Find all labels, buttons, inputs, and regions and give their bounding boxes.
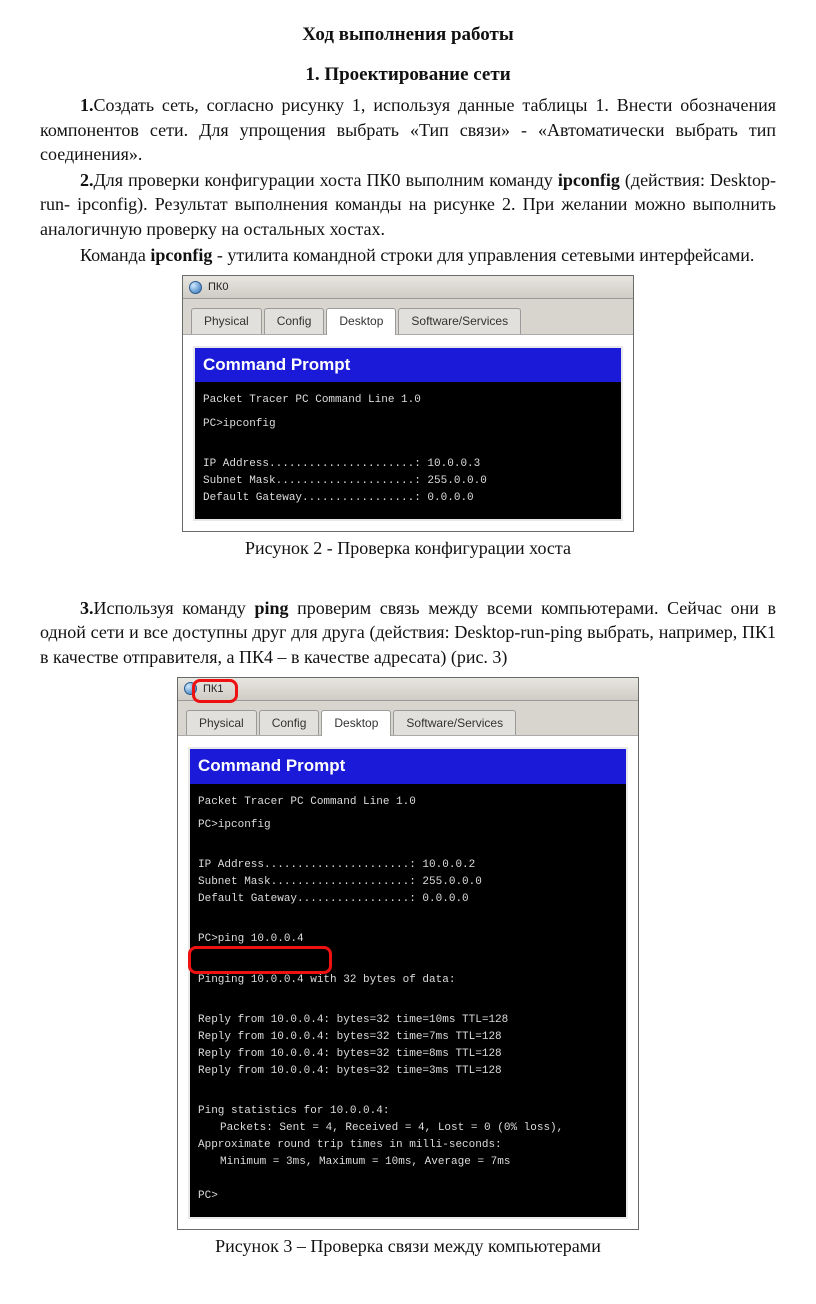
- tabs-row: Physical Config Desktop Software/Service…: [183, 299, 633, 334]
- cmd-line: IP Address......................: 10.0.0…: [203, 458, 480, 470]
- item-num-2: 2.: [80, 170, 94, 190]
- window-titlebar: ПК1: [178, 678, 638, 701]
- command-prompt-body[interactable]: Packet Tracer PC Command Line 1.0 PC>ipco…: [195, 382, 621, 518]
- cmd-line: Subnet Mask.....................: 255.0.…: [203, 475, 487, 487]
- tab-config[interactable]: Config: [259, 710, 320, 735]
- cmd-line: Reply from 10.0.0.4: bytes=32 time=10ms …: [198, 1014, 508, 1026]
- paragraph-1: 1.Создать сеть, согласно рисунку 1, испо…: [40, 93, 776, 166]
- command-prompt-window: Command Prompt Packet Tracer PC Command …: [188, 747, 628, 1219]
- tab-software[interactable]: Software/Services: [393, 710, 516, 735]
- tab-physical[interactable]: Physical: [191, 308, 262, 333]
- command-prompt-body[interactable]: Packet Tracer PC Command Line 1.0 PC>ipco…: [190, 784, 626, 1217]
- window-title: ПК1: [203, 682, 223, 697]
- screenshot-fig3: ПК1 Physical Config Desktop Software/Ser…: [177, 677, 639, 1230]
- page-title: Ход выполнения работы: [40, 22, 776, 48]
- window-title: ПК0: [208, 280, 228, 295]
- cmd-line: Reply from 10.0.0.4: bytes=32 time=3ms T…: [198, 1063, 618, 1080]
- command-prompt-title: Command Prompt: [190, 749, 626, 784]
- item-text-1: Создать сеть, согласно рисунку 1, исполь…: [40, 95, 776, 164]
- cmd-line: Ping statistics for 10.0.0.4:: [198, 1105, 389, 1117]
- paragraph-2: 2.Для проверки конфигурации хоста ПК0 вы…: [40, 168, 776, 241]
- cmd-line: Pinging 10.0.0.4 with 32 bytes of data:: [198, 972, 618, 989]
- screenshot-fig2: ПК0 Physical Config Desktop Software/Ser…: [182, 275, 634, 531]
- paragraph-3: 3.Используя команду ping проверим связь …: [40, 596, 776, 669]
- cmd-line: Packets: Sent = 4, Received = 4, Lost = …: [198, 1120, 618, 1137]
- item-text-3a: Используя команду: [94, 598, 255, 618]
- command-prompt-window: Command Prompt Packet Tracer PC Command …: [193, 346, 623, 521]
- cmd-line: Packet Tracer PC Command Line 1.0: [198, 794, 618, 811]
- item-num-1: 1.: [80, 95, 94, 115]
- cmd-ipconfig: ipconfig: [558, 170, 620, 190]
- figure2-caption: Рисунок 2 - Проверка конфигурации хоста: [40, 536, 776, 560]
- app-icon: [189, 281, 202, 294]
- p2b-pre: Команда: [80, 245, 150, 265]
- cmd-line: PC>ipconfig: [198, 817, 618, 834]
- cmd-ping: ping: [254, 598, 288, 618]
- cmd-line: Reply from 10.0.0.4: bytes=32 time=7ms T…: [198, 1031, 502, 1043]
- tab-desktop[interactable]: Desktop: [326, 308, 396, 334]
- tab-physical[interactable]: Physical: [186, 710, 257, 735]
- cmd-line: Default Gateway.................: 0.0.0.…: [203, 492, 474, 504]
- tab-desktop[interactable]: Desktop: [321, 710, 391, 736]
- app-icon: [184, 682, 197, 695]
- cmd-line: PC>: [198, 1190, 218, 1202]
- section-num: 1.: [305, 64, 319, 85]
- p2b-cmd: ipconfig: [150, 245, 212, 265]
- cmd-line: PC>ipconfig: [203, 416, 613, 433]
- cmd-line: Minimum = 3ms, Maximum = 10ms, Average =…: [198, 1154, 618, 1171]
- cmd-line: Default Gateway.................: 0.0.0.…: [198, 891, 618, 908]
- paragraph-2b: Команда ipconfig - утилита командной стр…: [40, 243, 776, 267]
- cmd-line: PC>ping 10.0.0.4: [198, 931, 618, 948]
- item-num-3: 3.: [80, 598, 94, 618]
- item-text-2a: Для проверки конфигурации хоста ПК0 выпо…: [94, 170, 558, 190]
- cmd-line: Packet Tracer PC Command Line 1.0: [203, 392, 613, 409]
- cmd-line: Reply from 10.0.0.4: bytes=32 time=8ms T…: [198, 1048, 502, 1060]
- cmd-line: Approximate round trip times in milli-se…: [198, 1139, 502, 1151]
- cmd-line: IP Address......................: 10.0.0…: [198, 859, 475, 871]
- tab-software[interactable]: Software/Services: [398, 308, 521, 333]
- figure3-caption: Рисунок 3 – Проверка связи между компьют…: [40, 1234, 776, 1258]
- p2b-post: - утилита командной строки для управлени…: [212, 245, 754, 265]
- client-area: Command Prompt Packet Tracer PC Command …: [183, 335, 633, 531]
- section-title-text: Проектирование сети: [324, 64, 510, 85]
- tabs-row: Physical Config Desktop Software/Service…: [178, 701, 638, 736]
- window-titlebar: ПК0: [183, 276, 633, 299]
- command-prompt-title: Command Prompt: [195, 348, 621, 383]
- cmd-line: Subnet Mask.....................: 255.0.…: [198, 876, 482, 888]
- section-heading: 1. Проектирование сети: [40, 62, 776, 88]
- tab-config[interactable]: Config: [264, 308, 325, 333]
- client-area: Command Prompt Packet Tracer PC Command …: [178, 736, 638, 1229]
